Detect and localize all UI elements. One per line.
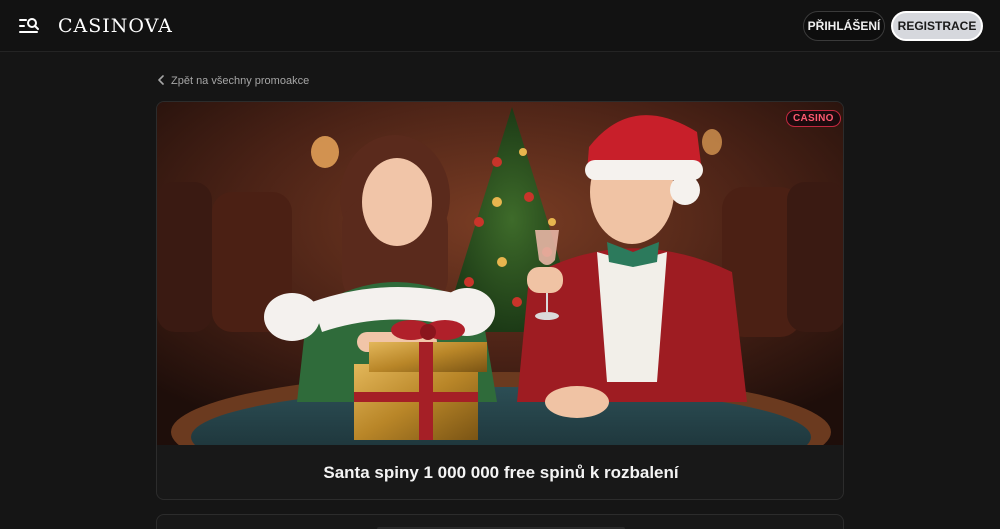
promo-card[interactable]: CASINO Santa spiny 1 000 000 free spinů … — [156, 101, 844, 500]
category-badge: CASINO — [786, 110, 841, 127]
next-promo-card — [156, 514, 844, 529]
promo-title: Santa spiny 1 000 000 free spinů k rozba… — [323, 463, 679, 482]
login-button[interactable]: PŘIHLÁŠENÍ — [803, 11, 885, 41]
logo[interactable]: CASINOVA — [58, 15, 173, 37]
back-to-promotions-link[interactable]: Zpět na všechny promoakce — [157, 74, 309, 88]
promo-illustration: CASINO — [157, 102, 843, 445]
register-button[interactable]: REGISTRACE — [891, 11, 983, 41]
top-header: CASINOVA PŘIHLÁŠENÍ REGISTRACE — [0, 0, 1000, 52]
back-link-label: Zpět na všechny promoakce — [171, 75, 310, 87]
chevron-left-icon — [157, 74, 165, 88]
menu-search-icon[interactable] — [18, 15, 40, 37]
